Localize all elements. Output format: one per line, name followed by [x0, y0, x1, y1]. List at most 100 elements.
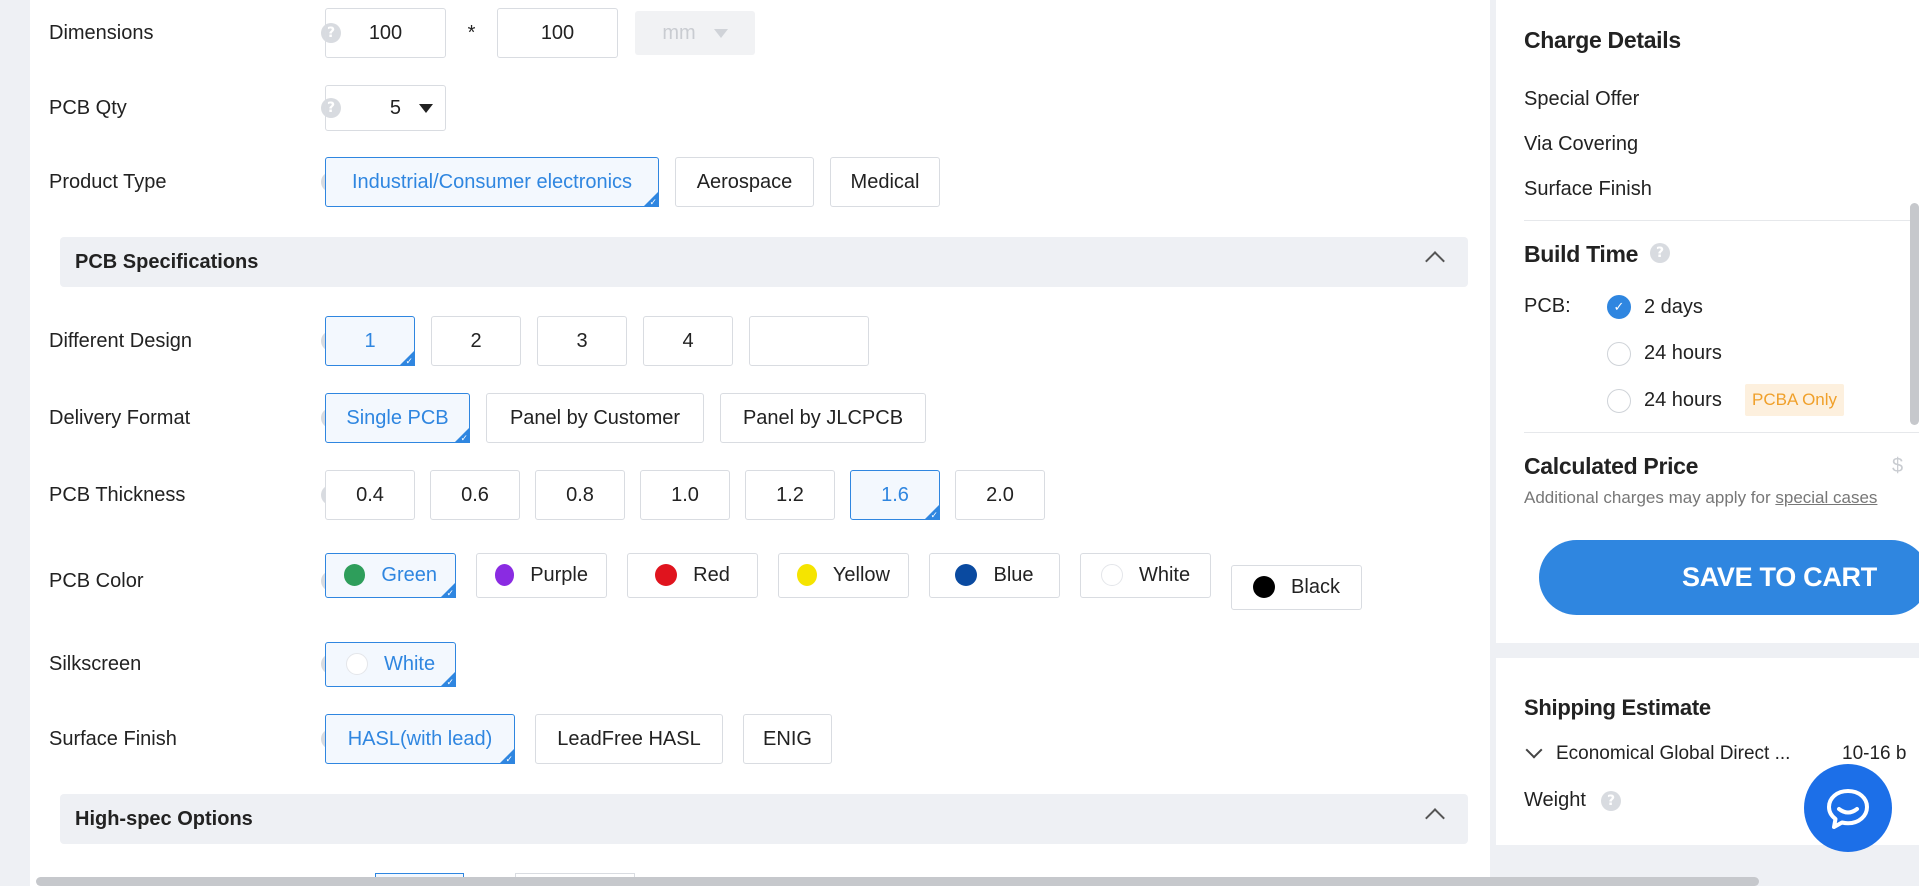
- shipping-estimate-title: Shipping Estimate: [1524, 695, 1711, 720]
- shipping-time: 10-16 b: [1842, 743, 1907, 764]
- unit-value: mm: [662, 21, 696, 44]
- product-type-row: Product Type ? Industrial/Consumer elect…: [49, 156, 1449, 208]
- product-type-option[interactable]: Medical: [830, 157, 940, 207]
- pcb-color-option[interactable]: Yellow: [778, 552, 909, 598]
- chevron-down-icon: [713, 28, 728, 38]
- thickness-option[interactable]: 2.0: [955, 470, 1045, 520]
- color-swatch-icon: [655, 564, 678, 586]
- width-input[interactable]: 100: [325, 8, 446, 58]
- different-design-label: Different Design: [49, 329, 193, 352]
- silkscreen-row: Silkscreen ? White: [49, 638, 1449, 690]
- weight-label: Weight: [1524, 789, 1586, 811]
- chat-button[interactable]: [1804, 764, 1892, 852]
- chevron-up-icon[interactable]: [1425, 251, 1445, 271]
- surface-finish-label: Surface Finish: [49, 727, 177, 750]
- pcb-qty-select[interactable]: 5: [325, 85, 446, 131]
- pcb-color-label: Yellow: [832, 563, 890, 586]
- pcb-color-option[interactable]: Purple: [476, 552, 607, 598]
- delivery-format-label: Delivery Format: [49, 406, 191, 429]
- unit-select[interactable]: mm: [635, 11, 755, 55]
- color-swatch-icon: [495, 564, 515, 586]
- pcb-thickness-label: PCB Thickness: [49, 483, 186, 506]
- design-option[interactable]: 4: [643, 316, 733, 366]
- dimensions-label: Dimensions: [49, 21, 154, 44]
- design-custom-input[interactable]: [749, 316, 869, 366]
- surface-finish-row: Surface Finish ? HASL(with lead) LeadFre…: [49, 713, 1449, 765]
- product-type-option[interactable]: Industrial/Consumer electronics: [325, 157, 659, 208]
- pcb-qty-value: 5: [389, 96, 401, 119]
- pcb-color-row: PCB Color ? GreenPurpleRedYellowBlueWhit…: [49, 552, 1449, 610]
- pcb-specifications-header[interactable]: PCB Specifications: [60, 237, 1468, 287]
- pcb-qty-label: PCB Qty: [49, 96, 127, 119]
- radio-icon[interactable]: [1607, 342, 1631, 366]
- thickness-option[interactable]: 1.6: [850, 470, 940, 521]
- pcb-color-option[interactable]: White: [1080, 552, 1211, 598]
- color-swatch-icon: [344, 564, 366, 586]
- special-cases-link[interactable]: special cases: [1775, 488, 1877, 507]
- thickness-option[interactable]: 1.0: [640, 470, 730, 520]
- build-time-pcb-label: PCB:: [1524, 295, 1571, 317]
- panel-separator: [1496, 643, 1919, 658]
- price-note-text: Additional charges may apply for: [1524, 488, 1771, 507]
- silkscreen-option-label: White: [383, 652, 436, 675]
- surface-finish-option[interactable]: HASL(with lead): [325, 714, 515, 765]
- surface-finish-option[interactable]: LeadFree HASL: [535, 714, 723, 764]
- pcb-order-form: Dimensions ? 100 * 100 mm PCB Qty ? 5 Pr…: [30, 0, 1490, 886]
- charge-item: Special Offer: [1524, 88, 1640, 110]
- dimensions-row: Dimensions ? 100 * 100 mm: [49, 7, 1449, 59]
- thickness-option[interactable]: 0.4: [325, 470, 415, 520]
- charge-item: Surface Finish: [1524, 178, 1652, 200]
- horizontal-scrollbar[interactable]: [36, 877, 1759, 886]
- pcb-color-label: Red: [693, 563, 730, 586]
- radio-checked-icon[interactable]: ✓: [1607, 295, 1631, 319]
- surface-finish-option[interactable]: ENIG: [743, 714, 832, 764]
- pcb-color-option[interactable]: Blue: [929, 552, 1060, 598]
- height-input[interactable]: 100: [497, 8, 618, 58]
- pcb-qty-row: PCB Qty ? 5: [49, 82, 1449, 134]
- pcb-color-label: Black: [1291, 575, 1340, 598]
- chevron-down-icon: [419, 103, 433, 113]
- save-to-cart-button[interactable]: SAVE TO CART: [1539, 540, 1919, 615]
- chevron-up-icon[interactable]: [1425, 808, 1445, 828]
- delivery-format-option[interactable]: Panel by Customer: [486, 393, 704, 443]
- design-option[interactable]: 1: [325, 316, 415, 367]
- times-sign: *: [467, 21, 476, 44]
- radio-icon[interactable]: [1607, 389, 1631, 413]
- pcb-color-option[interactable]: Green: [325, 552, 456, 599]
- build-time-title: Build Time: [1524, 241, 1639, 267]
- thickness-option[interactable]: 0.8: [535, 470, 625, 520]
- design-option[interactable]: 3: [537, 316, 627, 366]
- delivery-format-option[interactable]: Panel by JLCPCB: [720, 393, 926, 443]
- help-icon[interactable]: ?: [1650, 243, 1670, 263]
- high-spec-options-header[interactable]: High-spec Options: [60, 794, 1468, 844]
- chevron-down-icon[interactable]: [1525, 741, 1543, 759]
- thickness-option[interactable]: 1.2: [745, 470, 835, 520]
- pcb-color-label: White: [1138, 563, 1191, 586]
- divider: [1524, 432, 1919, 433]
- vertical-scrollbar[interactable]: [1910, 203, 1919, 425]
- pcb-color-options: Green Purple Red Yellow Blue White Black: [325, 552, 1362, 610]
- help-icon[interactable]: ?: [1601, 791, 1621, 811]
- section-title: PCB Specifications: [75, 250, 259, 273]
- pcb-color-label: Blue: [993, 563, 1034, 586]
- pcb-color-option[interactable]: Black: [1231, 564, 1362, 610]
- delivery-format-option[interactable]: Single PCB: [325, 393, 470, 444]
- build-time-option[interactable]: 24 hours: [1644, 342, 1722, 365]
- pcb-color-option[interactable]: Red: [627, 552, 758, 598]
- charge-item: Via Covering: [1524, 133, 1639, 155]
- different-design-row: Different Design ? 1 2 3 4: [49, 315, 1449, 367]
- design-option[interactable]: 2: [431, 316, 521, 366]
- color-swatch-icon: [1253, 576, 1276, 598]
- product-type-option[interactable]: Aerospace: [675, 157, 814, 207]
- color-swatch-icon: [955, 564, 978, 586]
- silkscreen-option[interactable]: White: [325, 641, 456, 688]
- pcb-thickness-row: PCB Thickness ? 0.4 0.6 0.8 1.0 1.2 1.6 …: [49, 469, 1449, 521]
- delivery-format-row: Delivery Format ? Single PCB Panel by Cu…: [49, 392, 1449, 444]
- price-currency: $: [1892, 455, 1904, 477]
- thickness-option[interactable]: 0.6: [430, 470, 520, 520]
- product-type-label: Product Type: [49, 170, 167, 193]
- shipping-method[interactable]: Economical Global Direct ...: [1556, 743, 1790, 765]
- build-time-option[interactable]: 24 hours: [1644, 389, 1722, 412]
- color-swatch-icon: [797, 564, 817, 586]
- build-time-option[interactable]: 2 days: [1644, 296, 1703, 319]
